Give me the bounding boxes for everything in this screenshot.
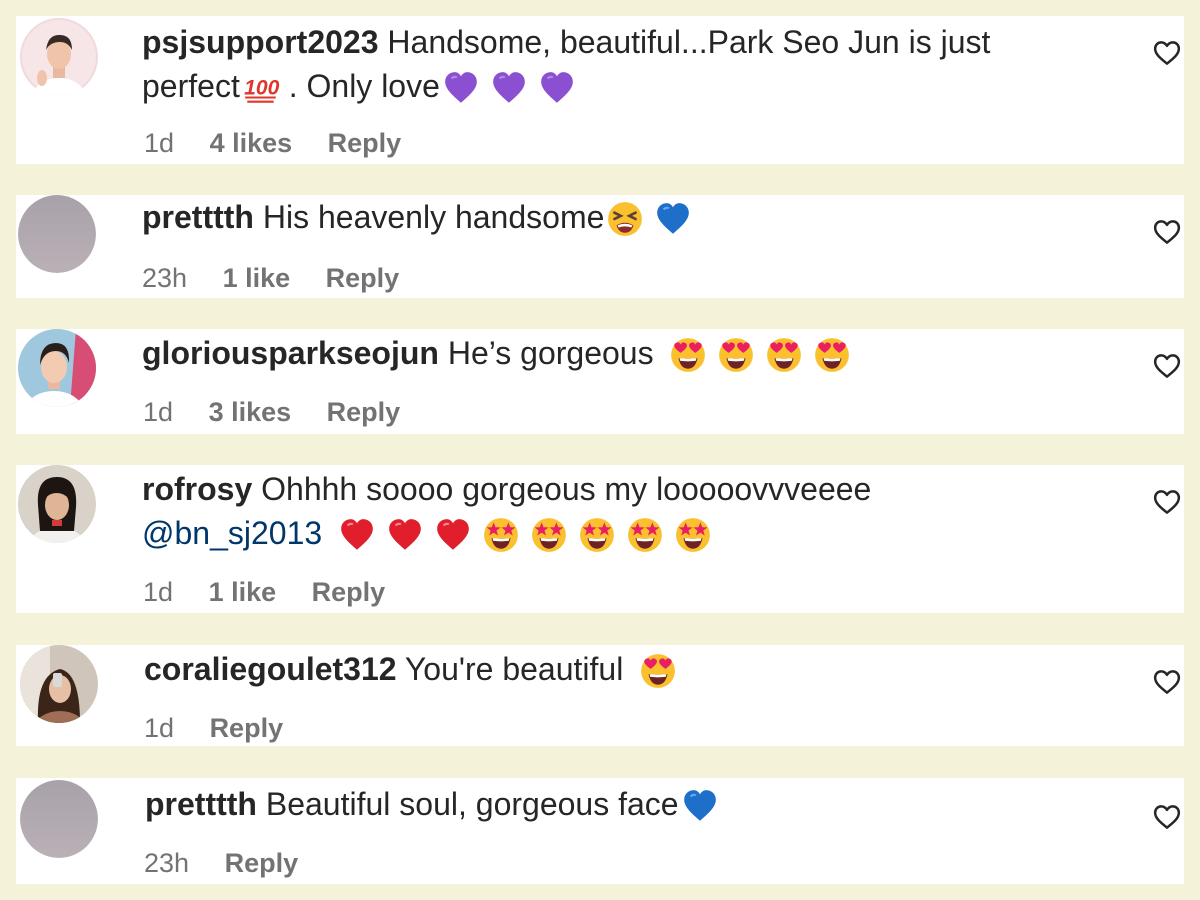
heart-eyes-icon	[765, 336, 803, 374]
comment-card: coraliegoulet312 You're beautiful 1d Rep…	[16, 645, 1184, 746]
likes-count[interactable]: 4 likes	[210, 128, 293, 158]
reply-button[interactable]: Reply	[326, 263, 400, 293]
timestamp[interactable]: 1d	[143, 397, 173, 427]
comment-text: Ohhhh soooo gorgeous my looooovvveeee	[261, 471, 872, 507]
emoji-group	[240, 64, 280, 108]
timestamp[interactable]: 1d	[144, 713, 174, 743]
reply-button[interactable]: Reply	[312, 577, 386, 607]
emoji-group	[604, 195, 692, 239]
timestamp[interactable]: 23h	[144, 848, 189, 878]
avatar[interactable]	[20, 18, 98, 96]
like-heart-icon[interactable]	[1152, 487, 1182, 517]
likes-count[interactable]: 1 like	[209, 577, 277, 607]
avatar[interactable]	[20, 780, 98, 858]
likes-count[interactable]: 1 like	[223, 263, 291, 293]
red-heart-icon	[386, 516, 424, 554]
comment-text: Handsome, beautiful...Park Seo Jun is ju…	[387, 24, 991, 60]
username[interactable]: coraliegoulet312	[144, 651, 397, 687]
like-heart-icon[interactable]	[1152, 217, 1182, 247]
like-heart-icon[interactable]	[1152, 38, 1182, 68]
purple-heart-icon	[490, 69, 528, 107]
avatar[interactable]	[18, 465, 96, 543]
comment-meta: 1d Reply	[144, 713, 311, 744]
comment-text-line: coraliegoulet312 You're beautiful	[144, 647, 1084, 694]
username[interactable]: pretttth	[145, 786, 257, 822]
red-heart-icon	[338, 516, 376, 554]
comment-text: His heavenly handsome	[262, 199, 605, 235]
timestamp[interactable]: 23h	[142, 263, 187, 293]
heart-eyes-icon	[669, 336, 707, 374]
comment-card: rofrosy Ohhhh soooo gorgeous my looooovv…	[16, 465, 1184, 613]
timestamp[interactable]: 1d	[143, 577, 173, 607]
blue-heart-icon	[654, 200, 692, 238]
username[interactable]: psjsupport2023	[142, 24, 379, 60]
comment-text: Beautiful soul, gorgeous face	[265, 786, 679, 822]
red-heart-icon	[434, 516, 472, 554]
username[interactable]: gloriousparkseojun	[142, 335, 439, 371]
emoji-group	[662, 331, 851, 375]
like-heart-icon[interactable]	[1152, 667, 1182, 697]
mention-link[interactable]: @bn_sj2013	[142, 515, 322, 551]
hundred-points-icon	[242, 69, 280, 107]
comment-text: He’s gorgeous	[447, 335, 654, 371]
reply-button[interactable]: Reply	[210, 713, 284, 743]
reply-button[interactable]: Reply	[327, 397, 401, 427]
like-heart-icon[interactable]	[1152, 351, 1182, 381]
purple-heart-icon	[442, 69, 480, 107]
star-struck-icon	[674, 516, 712, 554]
likes-count[interactable]: 3 likes	[209, 397, 292, 427]
comment-card: pretttth Beautiful soul, gorgeous face 2…	[16, 778, 1184, 884]
comment-meta: 1d 3 likes Reply	[143, 397, 428, 428]
username[interactable]: pretttth	[142, 199, 254, 235]
emoji-group	[440, 64, 576, 108]
comment-text-line: psjsupport2023 Handsome, beautiful...Par…	[142, 20, 1082, 64]
emoji-group	[632, 647, 677, 691]
purple-heart-icon	[538, 69, 576, 107]
reply-button[interactable]: Reply	[225, 848, 299, 878]
username[interactable]: rofrosy	[142, 471, 252, 507]
timestamp[interactable]: 1d	[144, 128, 174, 158]
comment-card: gloriousparkseojun He’s gorgeous 1d 3 li…	[16, 329, 1184, 434]
heart-eyes-icon	[717, 336, 755, 374]
comment-body: gloriousparkseojun He’s gorgeous	[142, 331, 1082, 378]
star-struck-icon	[578, 516, 616, 554]
comment-text-line: pretttth Beautiful soul, gorgeous face	[145, 782, 1085, 829]
comment-body: pretttth Beautiful soul, gorgeous face	[145, 782, 1085, 829]
emoji-group	[679, 782, 719, 826]
comment-text-line: @bn_sj2013	[142, 511, 1082, 558]
comment-card: pretttth His heavenly handsome 23h 1 lik…	[16, 195, 1184, 298]
heart-eyes-icon	[639, 652, 677, 690]
comment-text: perfect	[142, 68, 240, 104]
comment-body: rofrosy Ohhhh soooo gorgeous my looooovv…	[142, 467, 1082, 558]
like-heart-icon[interactable]	[1152, 802, 1182, 832]
comment-text-line: gloriousparkseojun He’s gorgeous	[142, 331, 1082, 378]
comment-meta: 1d 4 likes Reply	[144, 128, 429, 159]
comment-meta: 1d 1 like Reply	[143, 577, 413, 608]
comment-body: coraliegoulet312 You're beautiful	[144, 647, 1084, 694]
comment-meta: 23h 1 like Reply	[142, 263, 427, 294]
star-struck-icon	[530, 516, 568, 554]
emoji-group	[331, 511, 712, 555]
comment-text-line: pretttth His heavenly handsome	[142, 195, 1082, 242]
tired-face-icon	[606, 200, 644, 238]
comment-text-line: rofrosy Ohhhh soooo gorgeous my looooovv…	[142, 467, 1082, 511]
comment-text: . Only love	[288, 68, 440, 104]
comment-body: psjsupport2023 Handsome, beautiful...Par…	[142, 20, 1082, 111]
avatar[interactable]	[18, 329, 96, 407]
comment-meta: 23h Reply	[144, 848, 326, 879]
heart-eyes-icon	[813, 336, 851, 374]
reply-button[interactable]: Reply	[328, 128, 402, 158]
comment-text: You're beautiful	[404, 651, 624, 687]
blue-heart-icon	[681, 787, 719, 825]
star-struck-icon	[482, 516, 520, 554]
comment-body: pretttth His heavenly handsome	[142, 195, 1082, 242]
avatar[interactable]	[20, 645, 98, 723]
comment-text-line: perfect . Only love	[142, 64, 1082, 111]
comment-card: psjsupport2023 Handsome, beautiful...Par…	[16, 16, 1184, 164]
avatar[interactable]	[18, 195, 96, 273]
star-struck-icon	[626, 516, 664, 554]
